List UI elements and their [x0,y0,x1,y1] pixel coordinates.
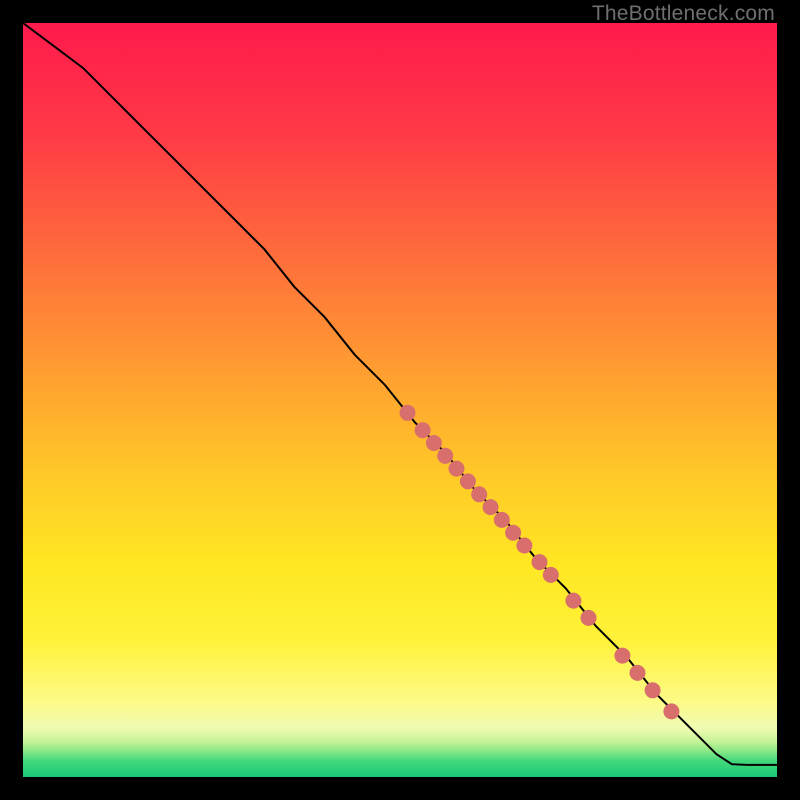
highlight-dot [460,473,476,489]
highlight-dot [415,422,431,438]
highlight-dot [532,554,548,570]
highlight-dot [437,448,453,464]
chart-overlay [23,23,777,777]
plot-area [23,23,777,777]
highlight-dot [505,525,521,541]
highlight-dot [543,567,559,583]
highlight-dot [663,703,679,719]
highlight-dots-group [400,405,680,720]
highlight-dot [449,461,465,477]
highlight-dot [483,499,499,515]
main-curve [23,23,777,765]
highlight-dot [471,486,487,502]
highlight-dot [581,610,597,626]
highlight-dot [645,682,661,698]
highlight-dot [614,648,630,664]
chart-frame: TheBottleneck.com [0,0,800,800]
highlight-dot [565,593,581,609]
highlight-dot [516,538,532,554]
watermark-text: TheBottleneck.com [592,2,775,26]
highlight-dot [426,435,442,451]
highlight-dot [400,405,416,421]
highlight-dot [630,665,646,681]
highlight-dot [494,512,510,528]
